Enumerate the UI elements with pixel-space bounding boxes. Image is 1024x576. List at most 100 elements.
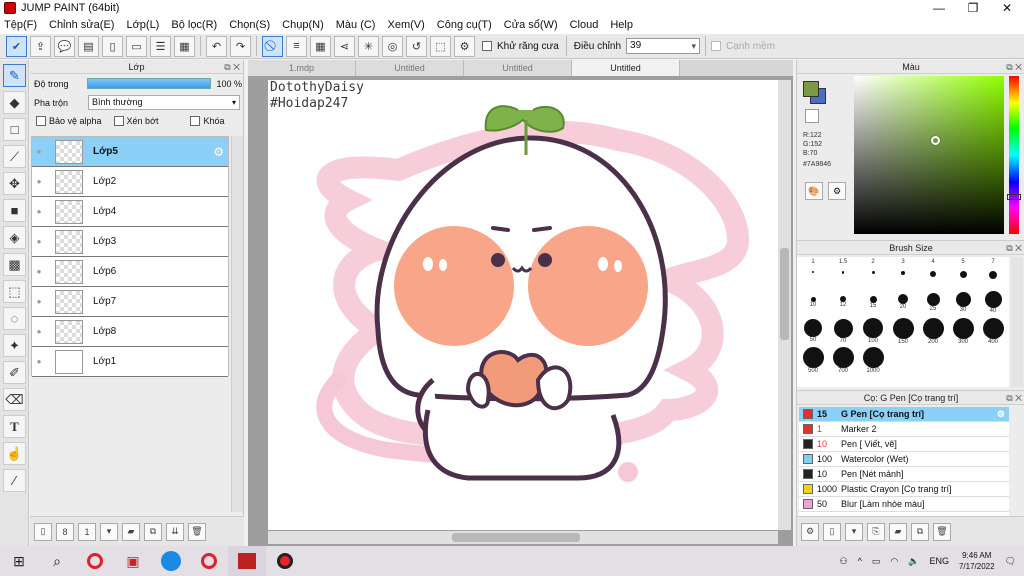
document-icon[interactable]: ▭ [126,35,147,57]
search-icon[interactable]: ⌕ [38,546,76,576]
panel-close-icon[interactable]: ⧉ ✕ [1006,241,1022,255]
visibility-icon[interactable]: ● [32,207,46,216]
antialias-checkbox[interactable] [482,41,492,51]
hue-slider[interactable] [1009,76,1019,234]
language-indicator[interactable]: ENG [929,556,949,566]
people-icon[interactable]: ⚇ [840,556,848,567]
panel-close-icon[interactable]: ⧉ ✕ [1006,391,1022,405]
hand-tool-icon[interactable]: ☝ [3,442,26,465]
line-tool-icon[interactable]: ⟋ [3,145,26,168]
canvas-vertical-scrollbar[interactable] [778,80,791,530]
brush-item[interactable]: 10 Pen [Nét mảnh] [799,467,1009,482]
foreground-color-swatch[interactable] [803,81,819,97]
gear-icon[interactable]: ⚙ [213,145,224,159]
brush-copy-icon[interactable]: ⎘ [867,522,885,541]
grid-settings-icon[interactable]: ▦ [174,35,195,57]
menu-color[interactable]: Màu (C) [336,19,376,31]
layer-row[interactable]: ● Lớp4 [32,197,228,227]
brush-size-option[interactable]: 700 [828,346,858,374]
select-pen-icon[interactable]: ✐ [3,361,26,384]
duplicate-brush-icon[interactable]: ⧉ [911,522,929,541]
app-store-icon[interactable]: ▣ [114,546,152,576]
add-brush-menu-icon[interactable]: ▾ [845,522,863,541]
comment-icon[interactable]: 💬 [54,35,75,57]
merge-layer-icon[interactable]: ⇊ [166,522,184,541]
new-layer-1bit-icon[interactable]: 1 [78,522,96,541]
new-layer-icon[interactable]: ▯ [34,522,52,541]
document-tab[interactable]: Untitled [356,60,464,76]
brush-size-option[interactable]: 30 [948,288,978,313]
brush-item[interactable]: 100 Watercolor (Wet) [799,452,1009,467]
brush-size-scrollbar[interactable] [1011,257,1023,387]
clip-checkbox[interactable] [113,116,124,126]
panel-close-icon[interactable]: ⧉ ✕ [1006,60,1022,74]
visibility-icon[interactable]: ● [32,327,46,336]
layer-scrollbar[interactable] [231,136,243,512]
add-layer-menu-icon[interactable]: ▾ [100,522,118,541]
zalo-icon[interactable] [152,546,190,576]
clock[interactable]: 9:46 AM 7/17/2022 [959,550,995,572]
document-tab[interactable]: Untitled [464,60,572,76]
radial-icon[interactable]: ✳ [358,35,379,57]
brush-mode-icon[interactable]: ✔ [6,35,27,57]
layer-row[interactable]: ● Lớp8 [32,317,228,347]
new-brush-icon[interactable]: ▯ [823,522,841,541]
scroll-thumb[interactable] [780,248,789,340]
page-icon[interactable]: ▯ [102,35,123,57]
windows-start-icon[interactable]: ⊞ [0,546,38,576]
grid-snap-icon[interactable]: ▦ [310,35,331,57]
tray-chevron-icon[interactable]: ^ [858,556,862,566]
bucket-tool-icon[interactable]: ◈ [3,226,26,249]
visibility-icon[interactable]: ● [32,267,46,276]
brush-size-option[interactable]: 1000 [858,346,888,374]
brush-size-option[interactable]: 10 [798,288,828,308]
lasso-select-icon[interactable]: ◌ [3,307,26,330]
menu-layer[interactable]: Lớp(L) [126,19,159,31]
brush-size-option[interactable]: 50 [798,317,828,343]
brush-size-option[interactable]: 12 [828,288,858,308]
brush-size-option[interactable]: 70 [828,317,858,344]
menu-filter[interactable]: Bộ lọc(R) [171,19,217,31]
brush-size-option[interactable]: 150 [888,317,918,345]
transparent-swatch[interactable] [805,109,819,123]
menu-file[interactable]: Tệp(F) [4,19,37,31]
curve-icon[interactable]: ↺ [406,35,427,57]
menu-capture[interactable]: Chụp(N) [282,19,324,31]
layer-row[interactable]: ● Lớp1 [32,347,228,377]
snap-settings-icon[interactable]: ⚙ [454,35,475,57]
move-tool-icon[interactable]: ✥ [3,172,26,195]
brush-size-option[interactable]: 7 [978,259,1008,279]
brush-size-option[interactable]: 15 [858,288,888,309]
layer-row[interactable]: ● Lớp3 [32,227,228,257]
visibility-icon[interactable]: ● [32,237,46,246]
menu-select[interactable]: Chọn(S) [229,19,270,31]
palette-icon[interactable]: 🎨 [805,182,823,200]
saturation-value-picker[interactable] [854,76,1004,234]
canvas-horizontal-scrollbar[interactable] [268,531,778,544]
folder-icon[interactable]: ▰ [122,522,140,541]
text-tool-icon[interactable]: T [3,415,26,438]
opera-icon[interactable] [76,546,114,576]
folder-icon[interactable]: ▰ [889,522,907,541]
visibility-icon[interactable]: ● [32,147,46,156]
palette-settings-icon[interactable]: ⚙ [828,182,846,200]
snap-off-icon[interactable]: ⃠ [262,35,283,57]
gear-icon[interactable]: ⚙ [997,409,1005,420]
hue-marker[interactable] [1007,194,1021,200]
lock-checkbox[interactable] [190,116,201,126]
recorder-icon[interactable] [266,546,304,576]
soft-edge-checkbox[interactable] [711,41,722,51]
redo-icon[interactable]: ↷ [230,35,251,57]
brush-settings-icon[interactable]: ⚙ [801,522,819,541]
close-button[interactable]: ✕ [990,0,1024,16]
brush-size-option[interactable]: 25 [918,288,948,312]
menu-edit[interactable]: Chỉnh sửa(E) [49,19,114,31]
eyedropper-tool-icon[interactable]: ⁄ [3,469,26,492]
brush-tool-icon[interactable]: ✎ [3,64,26,87]
brush-size-option[interactable]: 3 [888,259,918,275]
panel-close-icon[interactable]: ⧉ ✕ [224,60,240,74]
brush-size-option[interactable]: 300 [948,317,978,345]
brush-size-option[interactable]: 5 [948,259,978,278]
menu-window[interactable]: Cửa sổ(W) [504,19,558,31]
transform-icon[interactable]: ⬚ [430,35,451,57]
